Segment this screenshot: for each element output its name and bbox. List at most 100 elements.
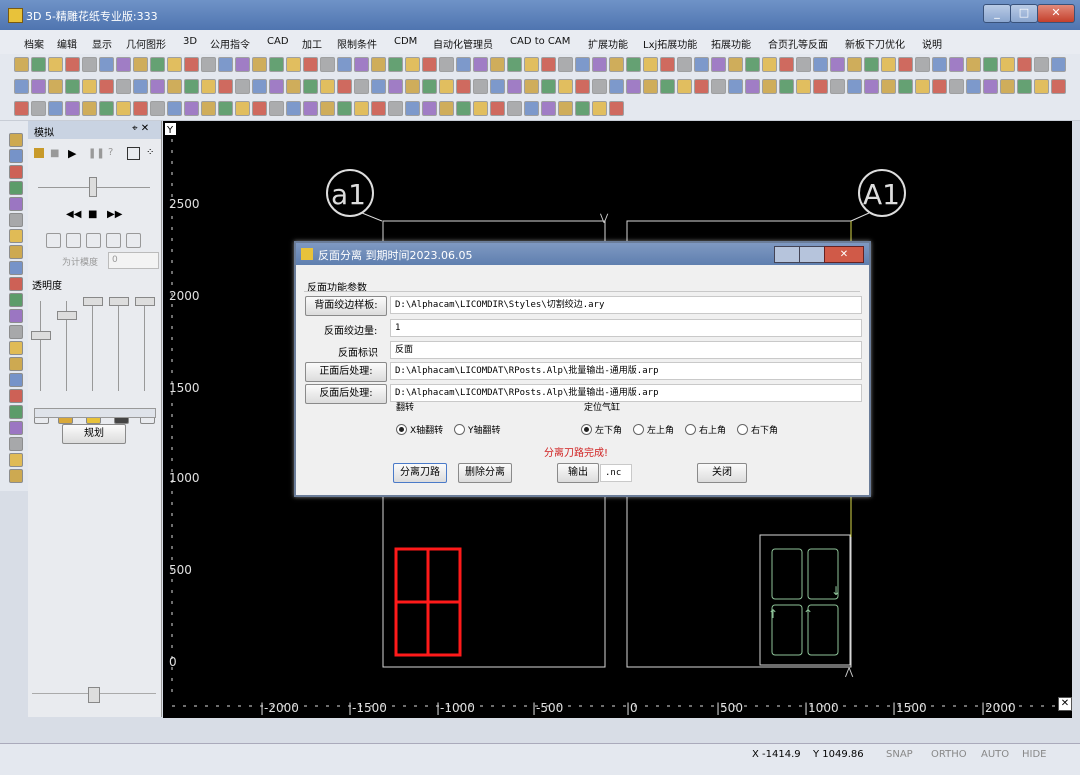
toolbar-tool-icon[interactable]: [949, 57, 964, 72]
front-post-field[interactable]: D:\Alphacam\LICOMDAT\RPosts.Alp\批量输出-通用版…: [390, 362, 862, 380]
export-extension-field[interactable]: .nc: [600, 464, 632, 482]
transparency-slider-track[interactable]: [40, 301, 41, 391]
toolbar-tool-icon[interactable]: [524, 57, 539, 72]
left-tool-icon[interactable]: [9, 469, 23, 483]
toolbar-tool-icon[interactable]: [320, 57, 335, 72]
anchor-top-right-radio[interactable]: [685, 424, 696, 435]
toolbar-tool-icon[interactable]: [337, 101, 352, 116]
minimize-button[interactable]: _: [983, 4, 1011, 23]
toolbar-tool-icon[interactable]: [48, 101, 63, 116]
plan-button[interactable]: 规划: [62, 424, 126, 444]
toolbar-tool-icon[interactable]: [745, 57, 760, 72]
toolbar-tool-icon[interactable]: [167, 79, 182, 94]
anchor-top-left-radio[interactable]: [633, 424, 644, 435]
toolbar-tool-icon[interactable]: [456, 101, 471, 116]
toolbar-tool-icon[interactable]: [660, 79, 675, 94]
toolbar-tool-icon[interactable]: [932, 57, 947, 72]
bottom-slider-thumb[interactable]: [88, 687, 100, 703]
toolbar-tool-icon[interactable]: [422, 57, 437, 72]
left-tool-icon[interactable]: [9, 229, 23, 243]
toolbar-tool-icon[interactable]: [14, 57, 29, 72]
toolbar-tool-icon[interactable]: [65, 57, 80, 72]
menu-utilities[interactable]: 公用指令: [210, 36, 250, 51]
transparency-slider-track[interactable]: [92, 301, 93, 391]
toolbar-tool-icon[interactable]: [1051, 57, 1066, 72]
toolbar-tool-icon[interactable]: [626, 79, 641, 94]
toolbar-tool-icon[interactable]: [490, 57, 505, 72]
left-tool-icon[interactable]: [9, 373, 23, 387]
toolbar-tool-icon[interactable]: [218, 57, 233, 72]
transparency-bar[interactable]: [34, 408, 156, 418]
toolbar-tool-icon[interactable]: [694, 79, 709, 94]
sim-help-icon[interactable]: ?: [108, 147, 113, 158]
toolbar-tool-icon[interactable]: [184, 79, 199, 94]
transparency-slider-thumb[interactable]: [135, 297, 155, 306]
toolbar-tool-icon[interactable]: [1000, 79, 1015, 94]
toolbar-tool-icon[interactable]: [677, 57, 692, 72]
rewind-icon[interactable]: ◀◀: [66, 209, 81, 220]
toolbar-tool-icon[interactable]: [575, 79, 590, 94]
left-tool-icon[interactable]: [9, 341, 23, 355]
toolbar-tool-icon[interactable]: [422, 101, 437, 116]
toolbar-tool-icon[interactable]: [983, 57, 998, 72]
sim-pause-icon[interactable]: ❚❚: [88, 148, 105, 159]
toolbar-tool-icon[interactable]: [711, 57, 726, 72]
menu-lxj-extensions[interactable]: Lxj拓展功能: [643, 36, 697, 51]
sim-grid-icon[interactable]: ⁘: [146, 147, 154, 158]
anchor-bottom-right-radio[interactable]: [737, 424, 748, 435]
toolbar-tool-icon[interactable]: [354, 101, 369, 116]
toolbar-tool-icon[interactable]: [150, 79, 165, 94]
toolbar-tool-icon[interactable]: [201, 57, 216, 72]
toolbar-tool-icon[interactable]: [847, 57, 862, 72]
toolbar-tool-icon[interactable]: [286, 101, 301, 116]
toolbar-tool-icon[interactable]: [762, 79, 777, 94]
toolbar-tool-icon[interactable]: [1034, 57, 1049, 72]
dialog-minimize-button[interactable]: [774, 246, 800, 263]
toolbar-tool-icon[interactable]: [252, 101, 267, 116]
export-button[interactable]: 输出: [557, 463, 599, 483]
toolbar-tool-icon[interactable]: [218, 79, 233, 94]
toolbar-tool-icon[interactable]: [575, 101, 590, 116]
toolbar-tool-icon[interactable]: [320, 101, 335, 116]
menu-file[interactable]: 档案: [24, 36, 44, 51]
back-post-button[interactable]: 反面后处理:: [305, 384, 387, 404]
toolbar-tool-icon[interactable]: [65, 79, 80, 94]
separate-toolpath-button[interactable]: 分离刀路: [393, 463, 447, 483]
toolbar-tool-icon[interactable]: [456, 57, 471, 72]
toolbar-tool-icon[interactable]: [133, 101, 148, 116]
stop-icon[interactable]: ■: [88, 209, 97, 220]
left-tool-icon[interactable]: [9, 421, 23, 435]
panel-pin-close[interactable]: ⌖ ✕: [132, 123, 149, 134]
toolbar-tool-icon[interactable]: [422, 79, 437, 94]
speed-slider-thumb[interactable]: [89, 177, 97, 197]
left-tool-icon[interactable]: [9, 309, 23, 323]
toolbar-tool-icon[interactable]: [983, 79, 998, 94]
toolbar-tool-icon[interactable]: [881, 57, 896, 72]
toolbar-tool-icon[interactable]: [1051, 79, 1066, 94]
toolbar-tool-icon[interactable]: [898, 79, 913, 94]
auto-toggle[interactable]: AUTO: [981, 749, 1009, 760]
forward-icon[interactable]: ▶▶: [107, 209, 122, 220]
left-tool-icon[interactable]: [9, 133, 23, 147]
sim-length-input[interactable]: 0: [108, 252, 159, 269]
toolbar-tool-icon[interactable]: [490, 79, 505, 94]
toolbar-tool-icon[interactable]: [660, 57, 675, 72]
toolbar-tool-icon[interactable]: [473, 101, 488, 116]
left-tool-icon[interactable]: [9, 293, 23, 307]
transparency-slider-thumb[interactable]: [83, 297, 103, 306]
toolbar-tool-icon[interactable]: [150, 101, 165, 116]
close-window-button[interactable]: ✕: [1037, 4, 1075, 23]
toolbar-tool-icon[interactable]: [898, 57, 913, 72]
menu-hinge-back[interactable]: 合页孔等反面: [768, 36, 828, 51]
sim-view-icon[interactable]: [127, 147, 140, 160]
maximize-button[interactable]: □: [1010, 4, 1038, 23]
left-tool-icon[interactable]: [9, 389, 23, 403]
panel-tool-icon[interactable]: [86, 233, 101, 248]
dialog-close-icon[interactable]: ✕: [824, 246, 864, 263]
menu-ext-functions[interactable]: 拓展功能: [711, 36, 751, 51]
hide-toggle[interactable]: HIDE: [1022, 749, 1047, 760]
toolbar-tool-icon[interactable]: [184, 101, 199, 116]
toolbar-tool-icon[interactable]: [31, 57, 46, 72]
transparency-slider-thumb[interactable]: [31, 331, 51, 340]
left-tool-icon[interactable]: [9, 197, 23, 211]
